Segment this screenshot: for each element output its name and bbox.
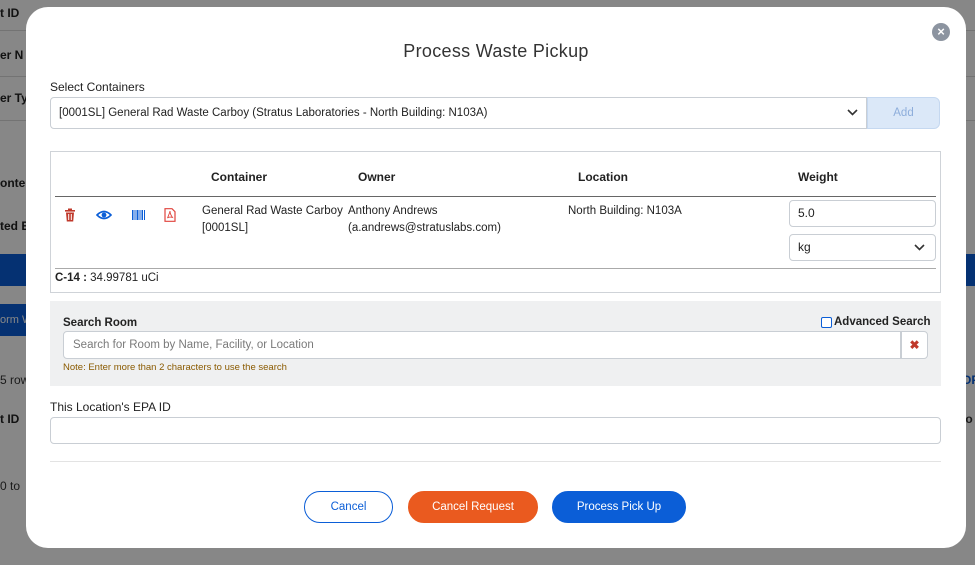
header-divider bbox=[55, 196, 936, 197]
cancel-button[interactable]: Cancel bbox=[304, 491, 393, 523]
container-id: [0001SL] bbox=[202, 222, 249, 234]
search-room-label: Search Room bbox=[63, 317, 138, 329]
search-room-panel: Search Room Advanced Search Search for R… bbox=[50, 301, 941, 386]
owner-name: Anthony Andrews bbox=[348, 205, 438, 217]
container-select[interactable]: [0001SL] General Rad Waste Carboy (Strat… bbox=[50, 97, 867, 129]
eye-icon[interactable] bbox=[95, 208, 113, 222]
advanced-search-checkbox[interactable] bbox=[821, 317, 832, 328]
close-icon[interactable]: × bbox=[932, 23, 950, 41]
select-containers-label: Select Containers bbox=[50, 80, 145, 94]
chevron-down-icon bbox=[914, 235, 925, 269]
barcode-icon[interactable] bbox=[131, 208, 146, 222]
owner-cell: Anthony Andrews (a.andrews@stratuslabs.c… bbox=[348, 203, 501, 237]
location-cell: North Building: N103A bbox=[568, 205, 682, 217]
row-divider bbox=[55, 268, 936, 269]
process-pickup-button[interactable]: Process Pick Up bbox=[552, 491, 686, 523]
weight-input[interactable]: 5.0 bbox=[789, 200, 936, 227]
add-button[interactable]: Add bbox=[867, 97, 940, 129]
weight-unit-value: kg bbox=[798, 240, 811, 254]
isotope-label: C-14 : bbox=[55, 272, 87, 284]
chevron-down-icon bbox=[847, 98, 858, 139]
owner-email: (a.andrews@stratuslabs.com) bbox=[348, 222, 501, 234]
modal-title: Process Waste Pickup bbox=[403, 41, 589, 61]
isotope-summary: C-14 : 34.99781 uCi bbox=[55, 272, 159, 284]
column-header-container: Container bbox=[211, 170, 268, 184]
container-name: General Rad Waste Carboy bbox=[202, 205, 343, 217]
footer-divider bbox=[50, 461, 941, 462]
container-name-cell: General Rad Waste Carboy [0001SL] bbox=[202, 203, 343, 237]
container-table: Container Owner Location Weight General … bbox=[50, 151, 941, 293]
epa-id-label: This Location's EPA ID bbox=[50, 400, 171, 414]
advanced-search-label[interactable]: Advanced Search bbox=[834, 316, 931, 328]
search-room-input[interactable]: Search for Room by Name, Facility, or Lo… bbox=[63, 331, 901, 359]
column-header-weight: Weight bbox=[798, 170, 838, 184]
container-select-value: [0001SL] General Rad Waste Carboy (Strat… bbox=[59, 107, 488, 119]
column-header-location: Location bbox=[578, 170, 628, 184]
pdf-icon[interactable] bbox=[163, 208, 177, 222]
process-waste-pickup-modal: × Process Waste Pickup Select Containers… bbox=[26, 7, 966, 548]
column-header-owner: Owner bbox=[358, 170, 396, 184]
search-note: Note: Enter more than 2 characters to us… bbox=[63, 362, 287, 373]
clear-search-button[interactable]: ✖ bbox=[901, 331, 928, 359]
cancel-request-button[interactable]: Cancel Request bbox=[408, 491, 538, 523]
epa-id-input[interactable] bbox=[50, 417, 941, 444]
trash-icon[interactable] bbox=[63, 208, 77, 222]
weight-unit-select[interactable]: kg bbox=[789, 234, 936, 261]
isotope-value: 34.99781 uCi bbox=[90, 272, 159, 284]
